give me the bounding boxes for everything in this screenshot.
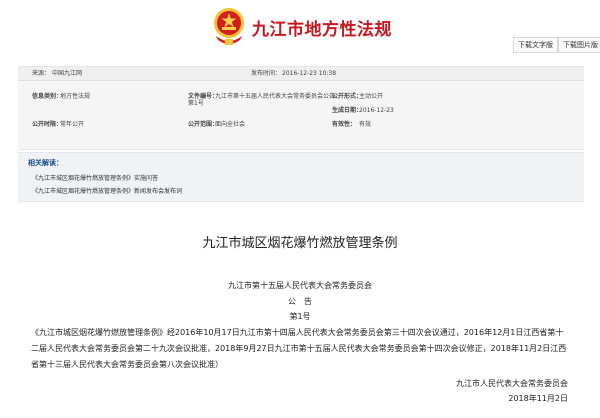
related-link-qa[interactable]: 《九江市城区烟花爆竹燃放管理条例》实施问答 [32,173,158,182]
category-label: 信息类别： [32,93,63,100]
signature-date: 2018年11月2日 [508,394,568,403]
doc-number-value-line2: 第1号 [188,100,204,107]
related-interpretations-panel: 相关解读： 《九江市城区烟花爆竹燃放管理条例》实施问答 《九江市城区烟花爆竹燃放… [18,152,584,202]
publish-time-value: 2016-12-23 10:38 [282,70,337,77]
signature: 九江市人民代表大会常务委员会 [456,379,568,388]
generated-date-label: 生成日期： [332,107,363,114]
document-info-panel: 来源： 中国九江网 发布时间： 2016-12-23 10:38 信息类别： 地… [18,66,584,150]
related-title: 相关解读： [28,159,63,167]
publish-time-label: 发布时间： [251,70,282,77]
national-emblem-icon [214,8,244,45]
download-image-button[interactable]: 下载图片版 [558,37,600,53]
issuer: 九江市第十五届人民代表大会常务委员会 [228,281,372,290]
article-title: 九江市城区烟花爆竹燃放管理条例 [202,236,398,251]
download-text-button[interactable]: 下载文字版 [513,37,558,53]
source-value: 中国九江网 [52,70,83,77]
site-header: 九江市地方性法规 下载文字版 下载图片版 [0,0,600,60]
open-form-label: 公开形式： [332,93,363,100]
notice-heading: 公 告 [288,297,312,306]
open-period-value: 常年公开 [60,121,85,128]
notice-number: 第1号 [289,312,311,321]
category-value: 地方性法规 [60,93,91,100]
validity-label: 有效性： [332,121,357,128]
related-link-press-release[interactable]: 《九江市城区烟花爆竹燃放管理条例》新闻发布会发布词 [32,186,182,195]
source-label: 来源： [32,70,51,77]
open-scope-label: 公开范围： [188,121,219,128]
site-title: 九江市地方性法规 [252,20,392,40]
article-body: 《九江市城区烟花爆竹燃放管理条例》经2016年10月17日九江市第十四届人民代表… [31,328,567,369]
validity-value: 有效 [359,121,372,128]
generated-date-value: 2016-12-23 [359,107,394,114]
open-period-label: 公开时限： [32,121,63,128]
open-form-value: 主动公开 [359,93,384,100]
doc-number-value: 九江市第十五届人民代表大会常务委员会公告 [215,93,336,100]
open-scope-value: 面向全社会 [215,121,246,128]
